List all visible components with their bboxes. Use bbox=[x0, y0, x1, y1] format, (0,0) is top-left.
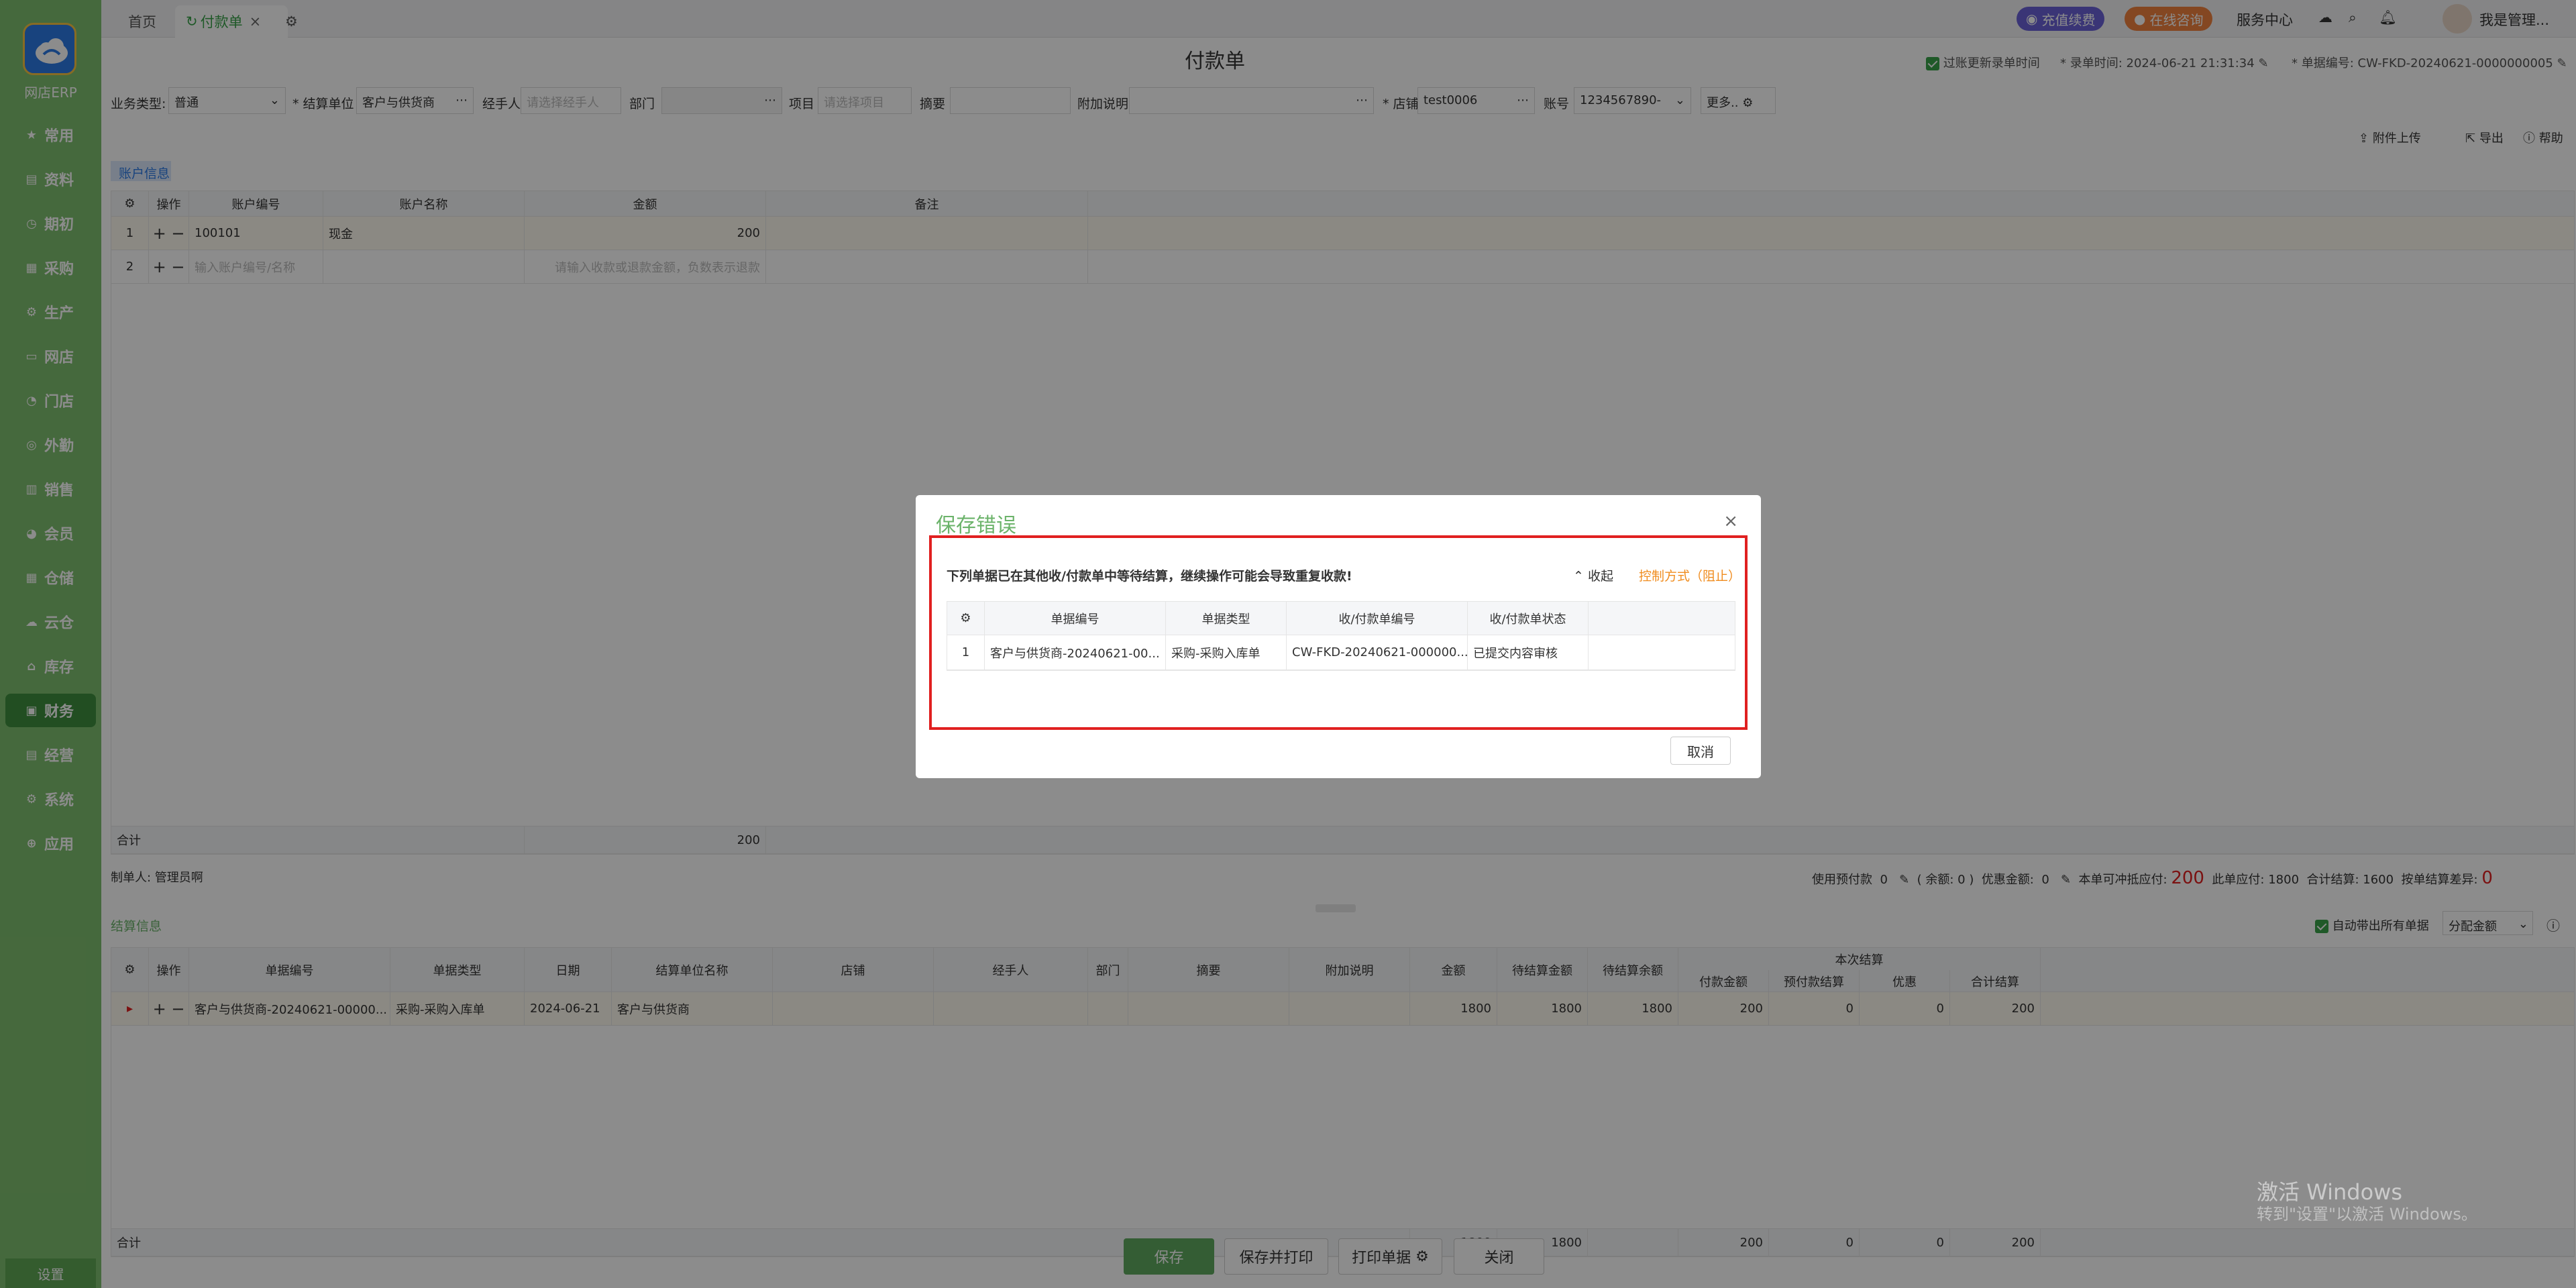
doc-type: 采购-采购入库单 bbox=[1166, 635, 1287, 669]
payment-status: 已提交内容审核 bbox=[1468, 635, 1589, 669]
conflict-table: ⚙ 单据编号 单据类型 收/付款单编号 收/付款单状态 1 客户与供货商-202… bbox=[947, 601, 1735, 671]
chevron-up-icon: ⌃ bbox=[1573, 569, 1584, 584]
close-icon[interactable]: × bbox=[1723, 511, 1738, 531]
row-number: 1 bbox=[947, 635, 985, 669]
column-header: 单据编号 bbox=[985, 602, 1166, 635]
windows-watermark-sub: 转到"设置"以激活 Windows。 bbox=[2257, 1205, 2477, 1224]
control-mode-link[interactable]: 控制方式（阻止） bbox=[1639, 566, 1741, 584]
error-highlight: 下列单据已在其他收/付款单中等待结算，继续操作可能会导致重复收款! ⌃ 收起 控… bbox=[929, 535, 1748, 730]
error-message: 下列单据已在其他收/付款单中等待结算，继续操作可能会导致重复收款! bbox=[947, 569, 1352, 584]
table-row[interactable]: 1 客户与供货商-20240621-00... 采购-采购入库单 CW-FKD-… bbox=[947, 635, 1735, 670]
cancel-button[interactable]: 取消 bbox=[1670, 737, 1731, 765]
column-settings-icon[interactable]: ⚙ bbox=[947, 602, 985, 635]
dialog-title: 保存错误 bbox=[936, 514, 1016, 537]
save-error-dialog: 保存错误 × 下列单据已在其他收/付款单中等待结算，继续操作可能会导致重复收款!… bbox=[916, 495, 1761, 778]
collapse-button[interactable]: ⌃ 收起 bbox=[1573, 566, 1613, 584]
table-header: ⚙ 单据编号 单据类型 收/付款单编号 收/付款单状态 bbox=[947, 602, 1735, 635]
column-header: 收/付款单状态 bbox=[1468, 602, 1589, 635]
column-header: 单据类型 bbox=[1166, 602, 1287, 635]
column-header: 收/付款单编号 bbox=[1287, 602, 1468, 635]
collapse-label: 收起 bbox=[1587, 569, 1613, 584]
doc-number: 客户与供货商-20240621-00... bbox=[985, 635, 1166, 669]
payment-number: CW-FKD-20240621-000000... bbox=[1287, 635, 1468, 669]
